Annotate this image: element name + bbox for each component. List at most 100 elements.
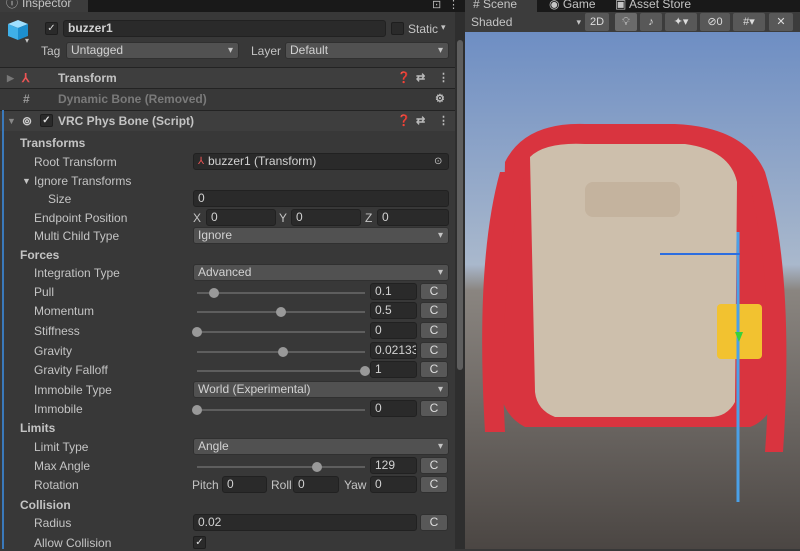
- label-gravity: Gravity: [34, 344, 73, 358]
- tag-dropdown[interactable]: Untagged: [66, 42, 239, 59]
- slider-track-max-angle[interactable]: [197, 466, 365, 468]
- slider-track-gravity-falloff[interactable]: [197, 370, 365, 372]
- gear-icon[interactable]: ⚙: [435, 89, 445, 109]
- field-immobile[interactable]: 0: [370, 400, 417, 417]
- curve-button[interactable]: C: [420, 302, 448, 319]
- object-picker-icon[interactable]: ⊙: [434, 154, 442, 170]
- slider-knob-stiffness[interactable]: [192, 327, 202, 337]
- field-endpoint-position-y[interactable]: 0: [291, 209, 361, 226]
- tab-label: Game: [562, 0, 596, 11]
- effects-toggle-icon[interactable]: ✦▾: [665, 13, 697, 31]
- dropdown-integration-type[interactable]: Advanced: [193, 264, 449, 281]
- field-rotation-roll[interactable]: 0: [293, 476, 339, 493]
- curve-button[interactable]: C: [420, 400, 448, 417]
- field-gravity-falloff[interactable]: 1: [370, 361, 417, 378]
- component-dynamic-bone[interactable]: # Dynamic Bone (Removed) ⚙: [0, 88, 455, 109]
- menu-icon[interactable]: ⋮: [438, 111, 449, 131]
- scene-viewport[interactable]: [465, 32, 800, 549]
- component-vrc-phys-bone[interactable]: ▼ ⊚ ✓ VRC Phys Bone (Script) ❓ ⇄ ⋮: [0, 110, 455, 131]
- help-icon[interactable]: ❓: [397, 68, 411, 88]
- icon-dropdown-arrow[interactable]: ▾: [25, 36, 29, 45]
- slider-knob-momentum[interactable]: [276, 307, 286, 317]
- field-gravity[interactable]: 0.02133: [370, 342, 417, 359]
- curve-button[interactable]: C: [420, 283, 448, 300]
- label-limit-type: Limit Type: [34, 440, 89, 454]
- preset-icon[interactable]: ⇄: [416, 68, 425, 88]
- script-removed-icon: #: [23, 92, 30, 106]
- label-radius: Radius: [34, 516, 72, 530]
- field-radius[interactable]: 0.02: [193, 514, 417, 531]
- section-limits: Limits: [20, 421, 56, 435]
- lighting-toggle-icon[interactable]: 💡︎: [615, 13, 637, 31]
- tab-label: Asset Store: [629, 0, 692, 11]
- lock-icon[interactable]: ⊡: [432, 0, 441, 11]
- slider-knob-gravity-falloff[interactable]: [360, 366, 370, 376]
- layer-dropdown[interactable]: Default: [285, 42, 449, 59]
- 2d-toggle[interactable]: 2D: [585, 13, 609, 31]
- slider-knob-max-angle[interactable]: [312, 462, 323, 472]
- object-name-input[interactable]: buzzer1: [63, 20, 386, 37]
- checkbox-allow-collision[interactable]: ✓: [193, 536, 206, 549]
- audio-toggle-icon[interactable]: ♪: [640, 13, 662, 31]
- help-icon[interactable]: ❓: [397, 111, 411, 131]
- object-ref-value: buzzer1 (Transform): [208, 154, 317, 168]
- tab-label: Inspector: [22, 0, 72, 10]
- dropdown-limit-type[interactable]: Angle: [193, 438, 449, 455]
- foldout-arrow[interactable]: ▼: [22, 173, 31, 189]
- dropdown-immobile-type[interactable]: World (Experimental): [193, 381, 449, 398]
- axis-label-yaw: Yaw: [344, 478, 367, 492]
- grid-toggle-icon[interactable]: #▾: [733, 13, 765, 31]
- curve-button[interactable]: C: [420, 476, 448, 493]
- label-endpoint-position: Endpoint Position: [34, 211, 128, 225]
- slider-knob-pull[interactable]: [208, 288, 219, 298]
- tools-icon[interactable]: ✕: [769, 13, 793, 31]
- slider-track-immobile[interactable]: [197, 409, 365, 411]
- foldout-arrow[interactable]: ▼: [7, 111, 16, 131]
- static-dropdown-arrow[interactable]: ▾: [441, 22, 446, 33]
- curve-button[interactable]: C: [420, 322, 448, 339]
- field-stiffness[interactable]: 0: [370, 322, 417, 339]
- preset-icon[interactable]: ⇄: [416, 111, 425, 131]
- dropdown-multi-child-type[interactable]: Ignore: [193, 227, 449, 244]
- foldout-arrow[interactable]: ▶: [7, 68, 14, 88]
- field-root-transform[interactable]: buzzer1 (Transform): [193, 153, 449, 170]
- field-pull[interactable]: 0.1: [370, 283, 417, 300]
- field-max-angle[interactable]: 129: [370, 457, 417, 474]
- scene-view: # Scene ◉ Game ▣ Asset Store Shaded ▾ 2D …: [465, 0, 800, 549]
- static-label[interactable]: Static: [408, 22, 438, 36]
- component-transform[interactable]: ▶ ⅄ Transform ❓ ⇄ ⋮: [0, 67, 455, 88]
- field-rotation-yaw[interactable]: 0: [370, 476, 417, 493]
- tab-game[interactable]: ◉ Game: [549, 0, 596, 11]
- label-rotation: Rotation: [34, 478, 79, 492]
- slider-track-pull[interactable]: [197, 292, 365, 294]
- active-checkbox[interactable]: ✓: [45, 22, 58, 35]
- label-size: Size: [48, 192, 72, 206]
- field-size[interactable]: 0: [193, 190, 449, 207]
- axis-label-x: X: [193, 211, 202, 225]
- slider-knob-gravity[interactable]: [277, 347, 288, 357]
- tab-inspector[interactable]: ⓘ Inspector: [0, 0, 88, 12]
- field-endpoint-position-z[interactable]: 0: [377, 209, 449, 226]
- label-momentum: Momentum: [34, 304, 95, 318]
- hidden-objects-toggle[interactable]: ⊘0: [700, 13, 730, 31]
- shading-mode-dropdown[interactable]: Shaded ▾: [471, 14, 581, 30]
- label-immobile-type: Immobile Type: [34, 383, 112, 397]
- tab-scene[interactable]: # Scene: [473, 0, 517, 11]
- curve-button[interactable]: C: [420, 342, 448, 359]
- static-checkbox[interactable]: [391, 22, 404, 35]
- curve-button[interactable]: C: [420, 457, 448, 474]
- curve-button[interactable]: C: [420, 514, 448, 531]
- field-rotation-pitch[interactable]: 0: [222, 476, 267, 493]
- slider-track-stiffness[interactable]: [197, 331, 365, 333]
- component-enabled-checkbox[interactable]: ✓: [40, 114, 53, 127]
- slider-knob-immobile[interactable]: [192, 405, 202, 415]
- field-endpoint-position-x[interactable]: 0: [206, 209, 276, 226]
- menu-icon[interactable]: ⋮: [438, 68, 449, 88]
- tab-asset-store[interactable]: ▣ Asset Store: [615, 0, 691, 11]
- scrollbar-thumb[interactable]: [457, 40, 463, 370]
- selection-accent: [2, 110, 4, 549]
- kebab-menu-icon[interactable]: ⋮: [448, 0, 459, 11]
- field-momentum[interactable]: 0.5: [370, 302, 417, 319]
- curve-button[interactable]: C: [420, 361, 448, 378]
- component-title: Dynamic Bone (Removed): [58, 92, 207, 106]
